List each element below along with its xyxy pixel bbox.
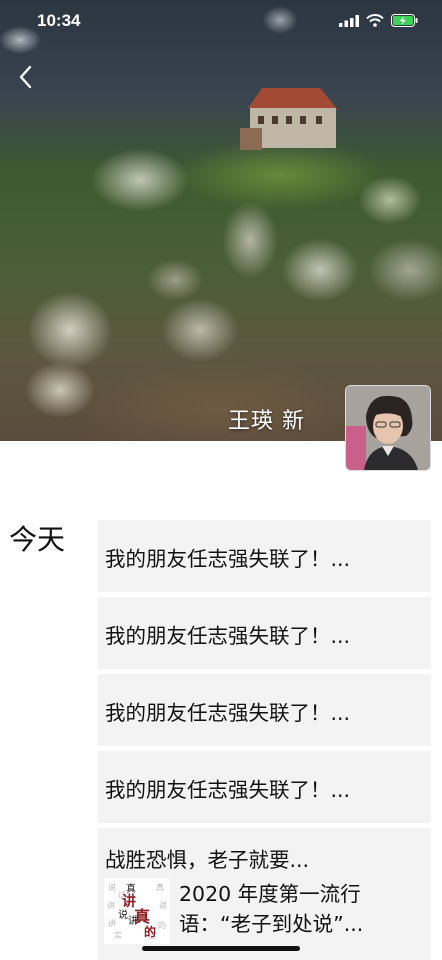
article-title-line-2: 语：“老子到处说”... xyxy=(179,912,364,936)
post-text: 我的朋友任志强失联了！... xyxy=(105,547,351,571)
cover-photo[interactable]: 10:34 王瑛 新 xyxy=(0,0,442,441)
battery-charging-icon xyxy=(391,14,418,27)
article-post[interactable]: 战胜恐惧，老子就要... 说话讲 真说讲 实话的 讲 真 的 真讲说 2020 … xyxy=(98,828,431,960)
svg-text:的: 的 xyxy=(158,920,166,930)
svg-text:真: 真 xyxy=(126,882,136,895)
svg-text:实: 实 xyxy=(114,930,122,940)
chevron-left-icon xyxy=(19,65,32,89)
signal-icon xyxy=(339,14,359,27)
back-button[interactable] xyxy=(12,62,42,92)
status-icons xyxy=(339,14,418,27)
post-text: 我的朋友任志强失联了！... xyxy=(105,701,351,725)
status-time: 10:34 xyxy=(37,11,81,30)
article-thumbnail: 说话讲 真说讲 实话的 讲 真 的 真讲说 xyxy=(104,878,170,944)
article-title-line-1: 2020 年度第一流行 xyxy=(179,882,361,906)
wifi-icon xyxy=(366,14,384,27)
svg-text:说: 说 xyxy=(159,900,167,910)
post-text: 战胜恐惧，老子就要... xyxy=(105,848,310,872)
post-text: 我的朋友任志强失联了！... xyxy=(105,624,351,648)
home-indicator[interactable] xyxy=(142,946,300,951)
post-text: 我的朋友任志强失联了！... xyxy=(105,778,351,802)
svg-text:的: 的 xyxy=(144,924,156,939)
post-item-3[interactable]: 我的朋友任志强失联了！... xyxy=(98,674,431,746)
svg-text:讲: 讲 xyxy=(128,914,138,927)
svg-text:讲: 讲 xyxy=(107,900,115,910)
svg-text:真: 真 xyxy=(156,882,164,892)
svg-text:讲: 讲 xyxy=(108,918,116,928)
house-in-photo xyxy=(240,88,338,150)
article-thumbnail-art: 说话讲 真说讲 实话的 讲 真 的 真讲说 xyxy=(104,878,170,944)
avatar[interactable] xyxy=(345,385,431,471)
day-label: 今天 xyxy=(9,523,66,556)
post-item-1[interactable]: 我的朋友任志强失联了！... xyxy=(98,520,431,592)
svg-text:说: 说 xyxy=(108,882,116,892)
svg-text:说: 说 xyxy=(118,908,128,921)
avatar-portrait xyxy=(346,386,430,470)
profile-name[interactable]: 王瑛 新 xyxy=(228,403,305,435)
status-bar: 10:34 xyxy=(0,0,442,44)
post-item-4[interactable]: 我的朋友任志强失联了！... xyxy=(98,751,431,823)
article-title: 2020 年度第一流行 语：“老子到处说”... xyxy=(179,879,424,939)
post-item-2[interactable]: 我的朋友任志强失联了！... xyxy=(98,597,431,669)
